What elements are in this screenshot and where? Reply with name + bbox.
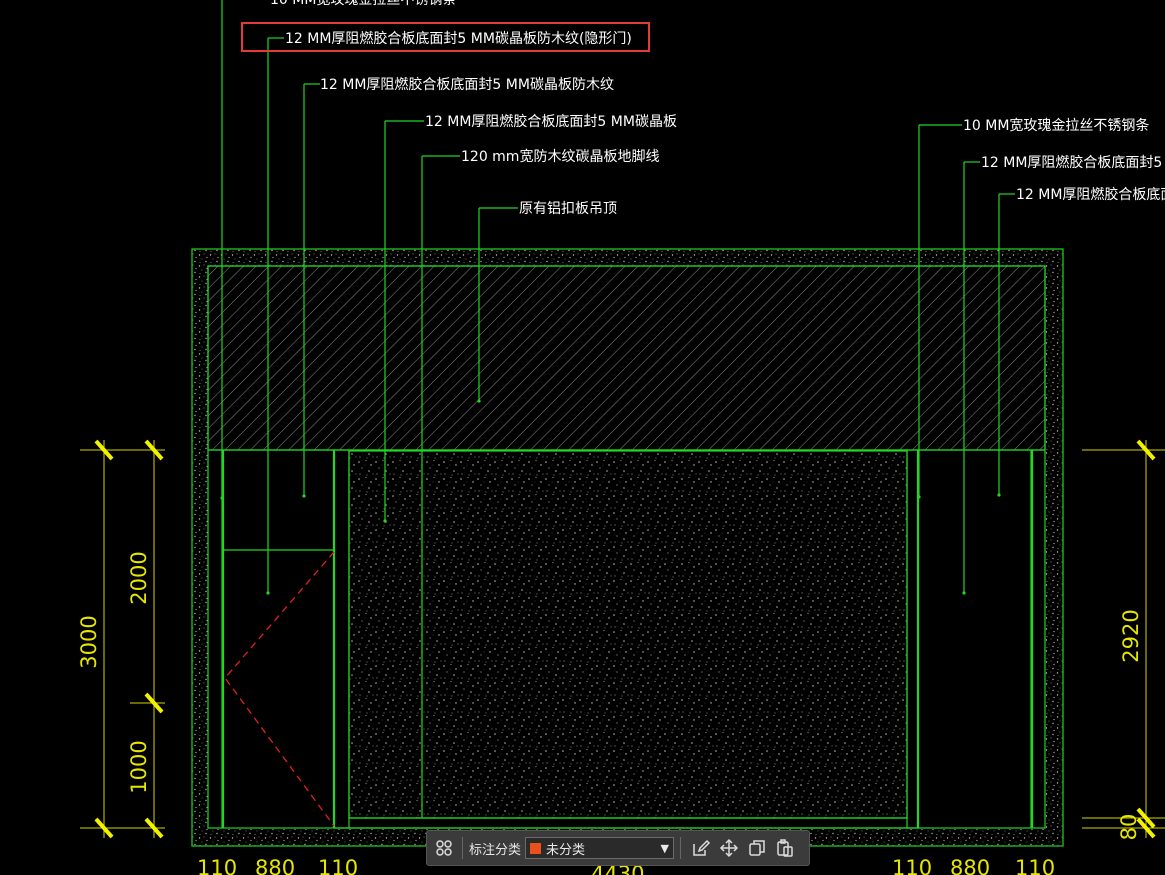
category-color-swatch (530, 842, 542, 854)
dim-right-bottom: 80 (1117, 814, 1141, 841)
dim-bottom-5: 110 (892, 856, 932, 875)
selection-highlight (241, 22, 650, 52)
category-select-value: 未分类 (546, 842, 586, 858)
dim-right-total: 2920 (1119, 609, 1143, 662)
annotation-skirting[interactable]: 120 mm宽防木纹碳晶板地脚线 (461, 148, 659, 165)
dim-left-total: 3000 (77, 615, 101, 668)
annotation-toolbar: 标注分类 未分类 ▼ (426, 830, 810, 866)
dim-bottom-2: 880 (255, 856, 295, 875)
annotation-top-cut: 10 MM宽玫瑰金拉丝不锈钢条 (270, 0, 456, 8)
annotation-right-board-1[interactable]: 12 MM厚阻燃胶合板底面封5 M (981, 154, 1165, 171)
annotation-steel-strip[interactable]: 10 MM宽玫瑰金拉丝不锈钢条 (963, 117, 1149, 134)
grid-icon[interactable] (430, 834, 458, 862)
chevron-down-icon: ▼ (660, 841, 670, 855)
annotation-wood-grain[interactable]: 12 MM厚阻燃胶合板底面封5 MM碳晶板防木纹 (320, 76, 614, 93)
copy-icon[interactable] (743, 834, 771, 862)
cad-canvas[interactable]: 10 MM宽玫瑰金拉丝不锈钢条 12 MM厚阻燃胶合板底面封5 MM碳晶板防木纹… (0, 0, 1165, 875)
dim-bottom-1: 110 (197, 856, 237, 875)
annotation-crystal-board[interactable]: 12 MM厚阻燃胶合板底面封5 MM碳晶板 (425, 113, 677, 130)
annotation-right-board-2[interactable]: 12 MM厚阻燃胶合板底面 (1016, 186, 1165, 203)
paste-icon[interactable] (771, 834, 799, 862)
dim-bottom-7: 110 (1015, 856, 1055, 875)
move-icon[interactable] (715, 834, 743, 862)
category-select[interactable]: 未分类 ▼ (525, 837, 675, 859)
toolbar-divider (680, 837, 682, 859)
dim-left-lower: 1000 (127, 740, 151, 793)
dim-bottom-3: 110 (318, 856, 358, 875)
dim-left-upper: 2000 (127, 551, 151, 604)
edit-icon[interactable] (687, 834, 715, 862)
elevation-drawing: 10 MM宽玫瑰金拉丝不锈钢条 12 MM厚阻燃胶合板底面封5 MM碳晶板防木纹… (77, 0, 1165, 875)
category-label: 标注分类 (469, 842, 522, 858)
annotation-ceiling[interactable]: 原有铝扣板吊顶 (519, 201, 617, 217)
dim-bottom-6: 880 (950, 856, 990, 875)
central-panel (349, 451, 907, 818)
toolbar-divider (462, 837, 463, 859)
